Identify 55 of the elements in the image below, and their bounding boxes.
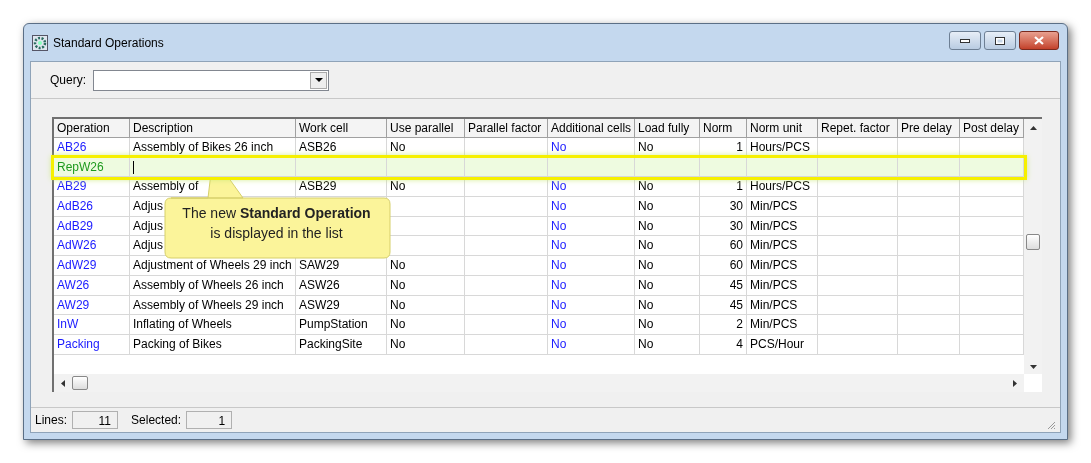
table-cell: No xyxy=(635,275,700,296)
table-cell: No xyxy=(548,197,635,217)
table-cell: No xyxy=(635,334,700,355)
column-header[interactable]: Norm unit xyxy=(747,119,818,138)
table-cell: PackingSite xyxy=(296,334,387,355)
table-cell: No xyxy=(635,315,700,335)
table-cell: 60 xyxy=(700,256,747,276)
column-header[interactable]: Operation xyxy=(54,119,130,138)
table-cell: 4 xyxy=(700,334,747,355)
query-label: Query: xyxy=(50,72,86,89)
table-cell: No xyxy=(387,275,465,296)
table-cell: No xyxy=(548,315,635,335)
table-cell: No xyxy=(387,315,465,335)
table-cell: ASW26 xyxy=(296,275,387,296)
table-cell[interactable]: Packing xyxy=(54,334,130,355)
lines-label: Lines: xyxy=(35,412,68,429)
column-header[interactable]: Pre delay xyxy=(898,119,960,138)
table-cell: Assembly of Wheels 26 inch xyxy=(130,275,296,296)
table-cell: PCS/Hour xyxy=(747,334,818,355)
table-cell[interactable]: InW xyxy=(54,315,130,335)
column-header[interactable]: Repet. factor xyxy=(818,119,898,138)
column-header[interactable]: Parallel factor xyxy=(465,119,548,138)
table-cell: 2 xyxy=(700,315,747,335)
table-cell: Min/PCS xyxy=(747,275,818,296)
table-cell: 30 xyxy=(700,197,747,217)
table-cell: No xyxy=(635,197,700,217)
column-header[interactable]: Norm xyxy=(700,119,747,138)
column-header[interactable]: Description xyxy=(130,119,296,138)
table-cell: 45 xyxy=(700,275,747,296)
selected-count: 1 xyxy=(186,411,233,429)
window-title: Standard Operations xyxy=(53,34,164,52)
selected-label: Selected: xyxy=(131,412,182,429)
table-cell: No xyxy=(548,275,635,296)
column-header[interactable]: Load fully xyxy=(635,119,700,138)
table-cell: No xyxy=(548,256,635,276)
table-cell: No xyxy=(548,334,635,355)
new-row-highlight[interactable]: RepW26 xyxy=(54,157,1024,178)
table-cell: Min/PCS xyxy=(747,256,818,276)
table-cell: Min/PCS xyxy=(747,315,818,335)
table-cell: Min/PCS xyxy=(747,197,818,217)
lines-count: 11 xyxy=(72,411,119,429)
column-header[interactable]: Post delay xyxy=(960,119,1024,138)
table-cell: Packing of Bikes xyxy=(130,334,296,355)
table-cell[interactable]: AW26 xyxy=(54,275,130,296)
table-cell: Inflating of Wheels xyxy=(130,315,296,335)
column-header[interactable]: Work cell xyxy=(296,119,387,138)
table-cell[interactable]: AdB26 xyxy=(54,197,130,217)
table-cell[interactable]: AdW29 xyxy=(54,256,130,276)
table-cell: No xyxy=(387,334,465,355)
column-header[interactable]: Additional cells xyxy=(548,119,635,138)
table-cell: No xyxy=(387,256,465,276)
table-cell: No xyxy=(635,256,700,276)
table-cell: PumpStation xyxy=(296,315,387,335)
column-header[interactable]: Use parallel xyxy=(387,119,465,138)
table-cell[interactable]: RepW26 xyxy=(54,157,130,178)
